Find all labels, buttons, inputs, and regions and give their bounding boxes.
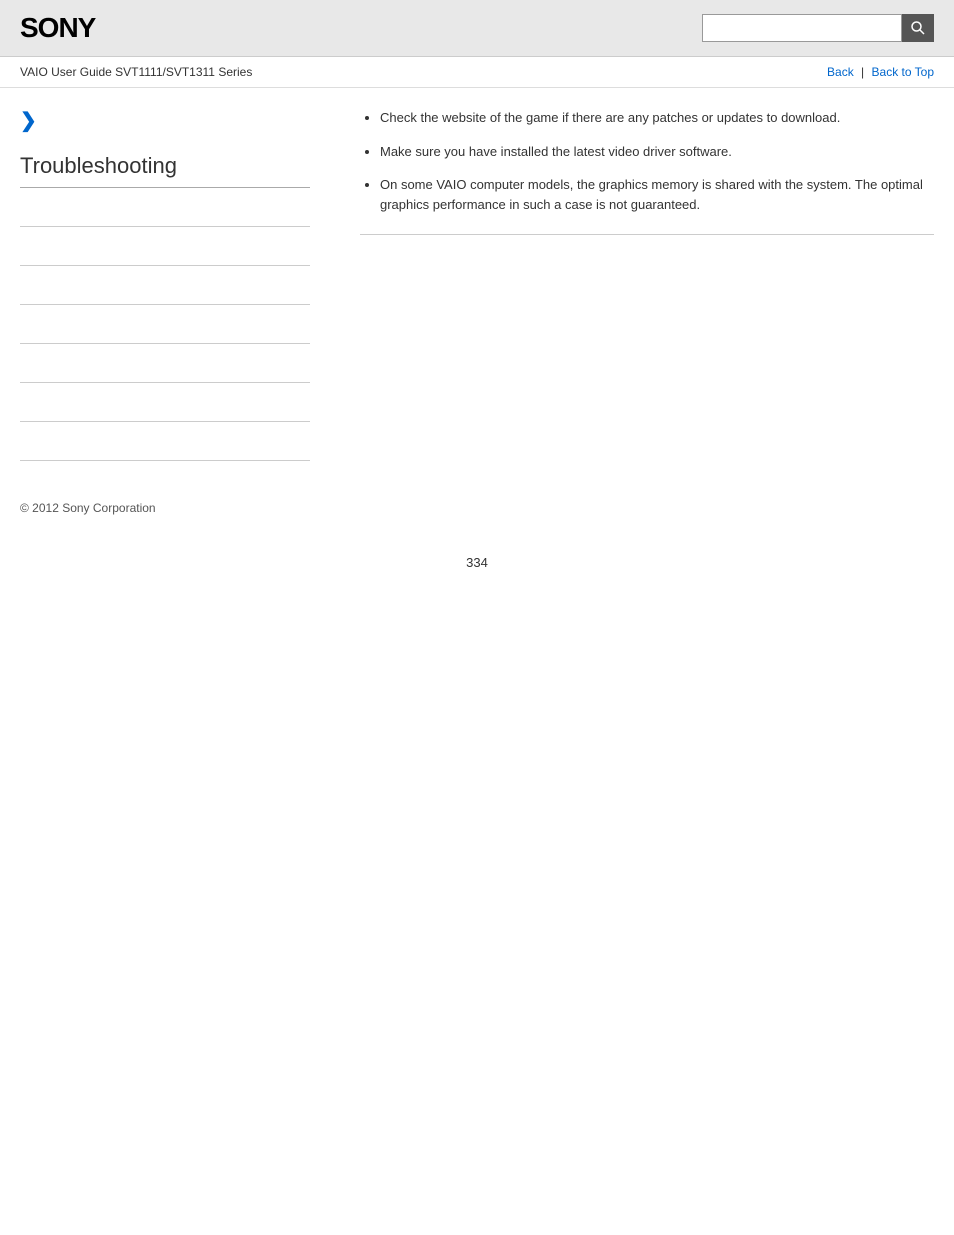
- main-content: ❯ Troubleshooting Check the website of t…: [0, 88, 954, 481]
- content-list: Check the website of the game if there a…: [360, 108, 934, 214]
- page-number: 334: [0, 535, 954, 590]
- sidebar: ❯ Troubleshooting: [20, 108, 330, 461]
- guide-title: VAIO User Guide SVT1111/SVT1311 Series: [20, 65, 252, 79]
- content-item-2: Make sure you have installed the latest …: [380, 142, 934, 162]
- search-icon: [910, 20, 926, 36]
- content-area: Check the website of the game if there a…: [330, 108, 934, 461]
- list-item[interactable]: [20, 266, 310, 305]
- sidebar-nav-link[interactable]: [20, 239, 310, 253]
- sidebar-nav-link[interactable]: [20, 434, 310, 448]
- copyright-text: © 2012 Sony Corporation: [20, 501, 156, 515]
- search-input[interactable]: [702, 14, 902, 42]
- search-button[interactable]: [902, 14, 934, 42]
- header: SONY: [0, 0, 954, 57]
- back-to-top-link[interactable]: Back to Top: [872, 65, 934, 79]
- sony-logo: SONY: [20, 12, 95, 44]
- sidebar-nav-link[interactable]: [20, 356, 310, 370]
- nav-separator: |: [861, 65, 864, 79]
- sidebar-nav-link[interactable]: [20, 317, 310, 331]
- content-item-3: On some VAIO computer models, the graphi…: [380, 175, 934, 214]
- footer: © 2012 Sony Corporation: [0, 481, 954, 535]
- list-item[interactable]: [20, 422, 310, 461]
- search-container: [702, 14, 934, 42]
- sidebar-nav-link[interactable]: [20, 395, 310, 409]
- list-item[interactable]: [20, 227, 310, 266]
- sidebar-title: Troubleshooting: [20, 153, 310, 188]
- list-item[interactable]: [20, 383, 310, 422]
- list-item[interactable]: [20, 188, 310, 227]
- sidebar-nav-link[interactable]: [20, 200, 310, 214]
- list-item[interactable]: [20, 344, 310, 383]
- content-item-1: Check the website of the game if there a…: [380, 108, 934, 128]
- list-item[interactable]: [20, 305, 310, 344]
- sidebar-nav-link[interactable]: [20, 278, 310, 292]
- chevron-icon: ❯: [20, 108, 310, 133]
- sidebar-nav: [20, 188, 310, 461]
- nav-links: Back | Back to Top: [827, 65, 934, 79]
- sub-header: VAIO User Guide SVT1111/SVT1311 Series B…: [0, 57, 954, 88]
- back-link[interactable]: Back: [827, 65, 854, 79]
- content-divider: [360, 234, 934, 235]
